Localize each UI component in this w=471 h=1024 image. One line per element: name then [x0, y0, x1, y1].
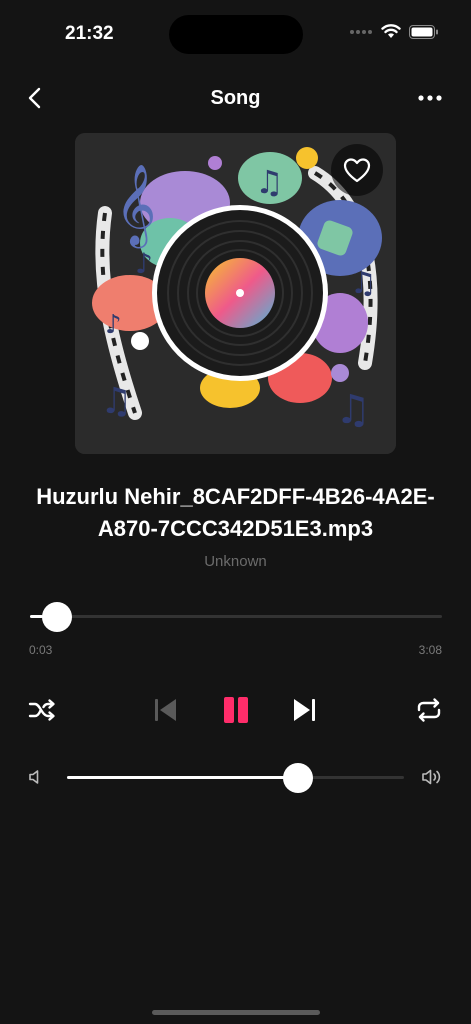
volume-low-button[interactable] — [26, 768, 44, 786]
next-button[interactable] — [287, 694, 323, 726]
svg-text:♫: ♫ — [255, 163, 284, 201]
volume-high-icon — [422, 769, 441, 785]
volume-low-icon — [29, 770, 39, 784]
pause-icon — [224, 697, 248, 723]
pause-button[interactable] — [216, 692, 256, 728]
more-button[interactable] — [415, 88, 445, 108]
song-title: Huzurlu Nehir_8CAF2DFF-4B26-4A2E-A870-7C… — [36, 484, 435, 541]
status-time: 21:32 — [65, 23, 114, 44]
previous-button[interactable] — [147, 694, 183, 726]
nav-bar: Song — [0, 78, 471, 118]
song-artist: Unknown — [204, 553, 267, 570]
repeat-button[interactable] — [411, 694, 447, 726]
volume-fill — [67, 776, 298, 779]
svg-text:♪: ♪ — [105, 310, 122, 340]
skip-next-icon — [294, 699, 315, 721]
volume-thumb[interactable] — [282, 763, 313, 793]
status-bar: 21:32 — [0, 0, 471, 70]
shuffle-icon — [28, 699, 55, 721]
wifi-icon — [381, 24, 401, 38]
more-horizontal-icon — [418, 95, 442, 101]
volume-high-button[interactable] — [420, 767, 444, 787]
skip-previous-icon — [155, 699, 176, 721]
progress-fill — [30, 615, 43, 618]
shuffle-button[interactable] — [24, 694, 60, 726]
total-time: 3:08 — [418, 643, 442, 657]
progress-thumb[interactable] — [41, 602, 72, 632]
repeat-icon — [417, 698, 441, 722]
progress-track[interactable] — [30, 615, 442, 618]
battery-icon — [409, 24, 438, 39]
svg-text:♪: ♪ — [135, 247, 153, 280]
svg-text:♫: ♫ — [100, 381, 132, 422]
page-title: Song — [210, 87, 261, 109]
heart-icon — [343, 158, 371, 183]
dynamic-island — [169, 15, 303, 54]
svg-text:♫: ♫ — [335, 387, 371, 433]
signal-dots-icon — [350, 29, 372, 34]
favorite-button[interactable] — [331, 144, 383, 196]
svg-text:𝄞: 𝄞 — [115, 163, 156, 248]
home-indicator — [152, 1010, 320, 1015]
status-icons — [349, 24, 439, 39]
svg-text:♫: ♫ — [350, 266, 377, 301]
current-time: 0:03 — [29, 643, 53, 657]
volume-track[interactable] — [67, 776, 404, 779]
